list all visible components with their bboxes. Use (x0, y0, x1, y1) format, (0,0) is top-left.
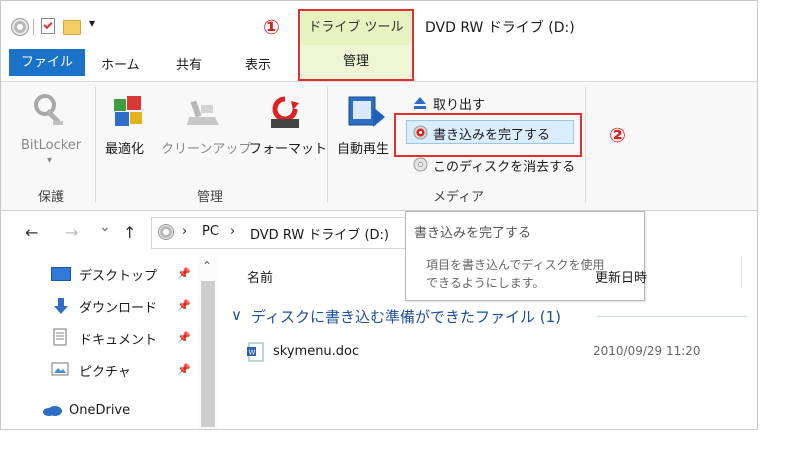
scroll-up-arrow[interactable]: ⌃ (202, 259, 212, 273)
pin-icon: 📌 (177, 299, 191, 312)
bitlocker-arrow: ▾ (47, 155, 53, 166)
back-button[interactable]: ← (25, 223, 38, 242)
format-label: フォーマット (249, 142, 328, 157)
column-header-date[interactable]: 更新日時 (595, 267, 647, 286)
scrollbar-thumb[interactable] (201, 281, 215, 427)
autoplay-button[interactable]: 自動再生 (335, 91, 401, 163)
pin-icon: 📌 (177, 267, 191, 280)
sidebar-item-downloads[interactable]: ダウンロード 📌 (49, 295, 199, 317)
erase-disc-icon (413, 157, 428, 172)
tooltip-body-line-2: できるようにします。 (426, 276, 545, 290)
tab-share[interactable]: 共有 (176, 54, 202, 73)
tab-file-label: ファイル (20, 55, 73, 70)
optimize-icon (114, 96, 142, 126)
tab-file[interactable]: ファイル (9, 49, 85, 76)
file-date: 2010/09/29 11:20 (593, 344, 701, 358)
sidebar-item-label: ダウンロード (79, 301, 158, 316)
sidebar-item-documents[interactable]: ドキュメント 📌 (49, 327, 199, 349)
erase-disc-label: このディスクを消去する (433, 160, 576, 175)
sidebar-item-label: ピクチャ (79, 365, 131, 380)
sidebar-item-onedrive[interactable]: OneDrive (41, 401, 191, 423)
address-bar[interactable]: › PC › DVD RW ドライブ (D:) (151, 217, 409, 249)
annotation-box-1 (298, 9, 414, 81)
sidebar-item-label: デスクトップ (79, 269, 158, 284)
bitlocker-button[interactable]: BitLocker ▾ (17, 91, 87, 166)
tooltip: 書き込みを完了する 項目を書き込んでディスクを使用 できるようにします。 (405, 211, 645, 301)
cleanup-button[interactable]: クリーンアップ (161, 91, 251, 163)
file-group-header[interactable]: ∨ ディスクに書き込む準備ができたファイル (1) (229, 305, 749, 327)
document-icon (53, 328, 67, 346)
annotation-marker-2: ② (609, 123, 626, 147)
tab-home[interactable]: ホーム (101, 54, 140, 73)
sidebar-item-pictures[interactable]: ピクチャ 📌 (49, 359, 199, 381)
optimize-button[interactable]: 最適化 (105, 91, 157, 163)
sidebar-item-label: OneDrive (69, 403, 131, 418)
forward-button[interactable]: → (65, 223, 78, 242)
svg-text:W: W (249, 349, 256, 357)
group-header-line (597, 316, 747, 317)
file-row[interactable]: W skymenu.doc 2010/09/29 11:20 (241, 341, 741, 363)
properties-check-icon[interactable] (41, 18, 55, 34)
qat-customize-dropdown[interactable]: ▾ (89, 16, 95, 30)
annotation-marker-1: ① (263, 15, 280, 39)
sidebar-item-desktop[interactable]: デスクトップ 📌 (49, 263, 199, 285)
group-label-manage: 管理 (197, 190, 224, 205)
autoplay-icon (348, 96, 385, 127)
picture-icon (51, 362, 69, 376)
annotation-box-2 (394, 113, 582, 157)
group-label-media: メディア (433, 190, 485, 205)
sidebar-scrollbar[interactable]: ⌃ (199, 257, 217, 429)
breadcrumb-pc[interactable]: PC (202, 224, 219, 239)
pin-icon: 📌 (177, 363, 191, 376)
tab-view[interactable]: 表示 (245, 54, 271, 73)
cloud-icon (43, 406, 62, 416)
group-separator (95, 87, 96, 203)
breadcrumb-separator: › (182, 224, 188, 239)
tooltip-title: 書き込みを完了する (414, 226, 532, 241)
eject-icon (414, 97, 426, 109)
group-separator (585, 87, 586, 203)
group-separator (327, 87, 328, 203)
format-icon (271, 96, 299, 128)
new-folder-icon[interactable] (63, 20, 81, 35)
up-button[interactable]: ↑ (123, 223, 136, 242)
window-title: DVD RW ドライブ (D:) (425, 20, 575, 36)
optimize-label: 最適化 (105, 142, 145, 157)
explorer-window: ▾ ① DVD RW ドライブ (D:) ファイル ホーム 共有 表示 ドライブ… (0, 0, 758, 430)
pin-icon: 📌 (177, 331, 191, 344)
tooltip-body-line-1: 項目を書き込んでディスクを使用 (426, 258, 605, 272)
eject-button[interactable]: 取り出す (411, 93, 531, 113)
cleanup-icon (187, 100, 219, 125)
group-label-protect: 保護 (38, 190, 65, 205)
eject-label: 取り出す (433, 98, 486, 113)
recent-locations-dropdown[interactable]: ⌄ (99, 219, 111, 235)
column-header-name[interactable]: 名前 (247, 267, 273, 286)
breadcrumb-drive[interactable]: DVD RW ドライブ (D:) (250, 224, 389, 243)
group-header-label: ディスクに書き込む準備ができたファイル (1) (251, 308, 561, 326)
bitlocker-key-icon (34, 94, 63, 125)
breadcrumb-separator: › (230, 224, 236, 239)
column-divider (741, 257, 742, 287)
word-document-icon: W (247, 342, 264, 362)
autoplay-label: 自動再生 (337, 142, 390, 157)
bitlocker-label: BitLocker (21, 138, 82, 153)
qat-separator (33, 19, 34, 35)
cleanup-label: クリーンアップ (161, 142, 252, 157)
sidebar-item-label: ドキュメント (79, 333, 158, 348)
drive-icon (158, 224, 174, 240)
file-name: skymenu.doc (273, 344, 360, 359)
group-collapse-chevron[interactable]: ∨ (231, 306, 242, 324)
format-button[interactable]: フォーマット (249, 91, 327, 163)
download-arrow-icon (54, 298, 68, 314)
desktop-icon (51, 267, 71, 281)
erase-disc-button[interactable]: このディスクを消去する (411, 155, 581, 175)
drive-icon[interactable] (11, 18, 29, 36)
